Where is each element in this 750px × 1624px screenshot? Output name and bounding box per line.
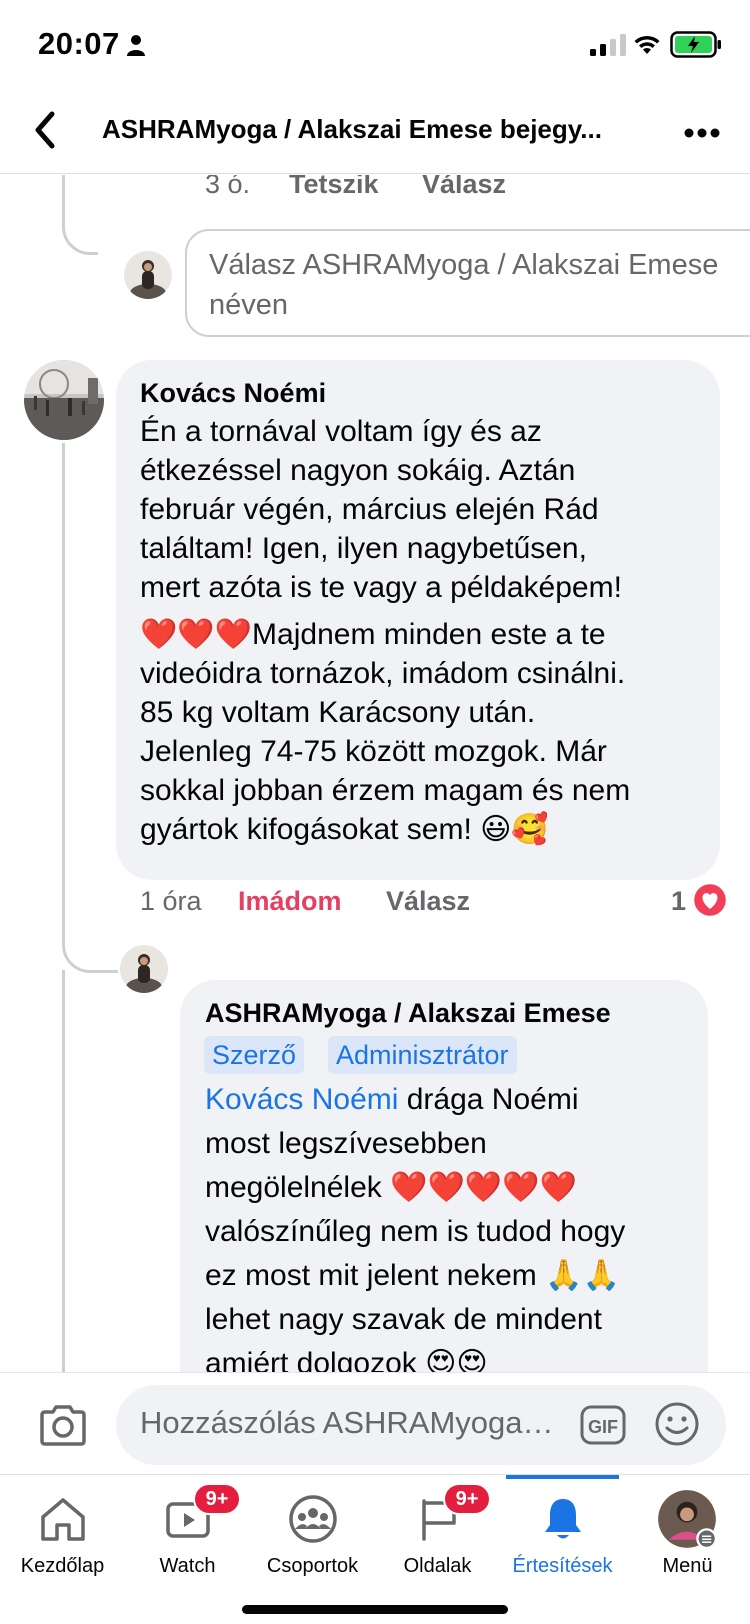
thread-connector: [62, 895, 118, 973]
tab-notifications[interactable]: Értesítések: [500, 1475, 625, 1585]
reaction-count[interactable]: 1: [671, 886, 686, 917]
comment-text: Én a tornával voltam így és az étkezésse…: [140, 412, 630, 849]
current-user-avatar: [124, 251, 172, 299]
comment-line: ❤️❤️❤️Majdnem minden este a te: [140, 618, 606, 651]
comment-time: 1 óra: [140, 886, 202, 916]
home-indicator: [242, 1605, 508, 1614]
comment-bubble[interactable]: Kovács Noémi Én a tornával voltam így és…: [116, 360, 720, 880]
reply-line: amiért dolgozok 😍😍: [205, 1347, 488, 1372]
comment-line: étkezéssel nagyon sokáig. Aztán: [140, 454, 576, 487]
mention-link[interactable]: Kovács Noémi: [205, 1083, 398, 1116]
avatar-image: [24, 360, 104, 440]
reply-text: Kovács Noémi drága Noémi most legszívese…: [205, 1078, 625, 1372]
menu-avatar-icon: [658, 1490, 717, 1549]
comment-input-placeholder: Hozzászólás ASHRAMyoga / Alakszai Emese …: [140, 1405, 560, 1440]
tab-label: Watch: [159, 1555, 216, 1577]
reply-button[interactable]: Válasz: [386, 886, 470, 917]
status-bar: 20:07: [0, 0, 750, 92]
reply-line: ez most mit jelent nekem 🙏🙏: [205, 1259, 620, 1292]
thread-connector: [62, 175, 98, 255]
comment-author[interactable]: Kovács Noémi: [140, 378, 326, 409]
bottom-tab-bar: Kezdőlap 9+ Watch Csoportok 9+ Oldalak É…: [0, 1474, 750, 1624]
commenter-avatar[interactable]: [24, 360, 104, 440]
avatar-image: [124, 251, 172, 299]
comment-line: videóidra tornázok, imádom csinálni.: [140, 657, 626, 690]
smiley-icon[interactable]: [654, 1401, 700, 1447]
tab-pages[interactable]: 9+ Oldalak: [375, 1475, 500, 1585]
avatar-image: [120, 945, 168, 993]
notification-badge: 9+: [443, 1483, 491, 1515]
thread-line: [62, 443, 65, 923]
reply-line: megölelnélek ❤️❤️❤️❤️❤️: [205, 1171, 577, 1204]
comment-line: gyártok kifogásokat sem! 😃🥰: [140, 813, 549, 846]
reply-line-rest: drága Noémi: [398, 1083, 579, 1116]
person-icon: [127, 35, 145, 56]
love-reaction-button[interactable]: Imádom: [238, 886, 342, 917]
like-button[interactable]: Tetszik: [289, 175, 379, 200]
status-time: 20:07: [38, 26, 120, 61]
admin-badge: Adminisztrátor: [328, 1036, 517, 1074]
comment-line: mert azóta is te vagy a példaképem!: [140, 571, 622, 604]
svg-text:GIF: GIF: [588, 1417, 618, 1437]
reply-line: most legszívesebben: [205, 1127, 487, 1160]
heart-reaction-icon[interactable]: [692, 882, 728, 918]
comments-feed[interactable]: 3 ó. Tetszik Válasz Válasz ASHRAMyoga / …: [0, 175, 750, 1372]
comment-line: február végén, március elején Rád: [140, 493, 599, 526]
reply-input[interactable]: Válasz ASHRAMyoga / Alakszai Emese néven: [185, 229, 750, 337]
reply-line: lehet nagy szavak de mindent: [205, 1303, 602, 1336]
comment-line: Én a tornával voltam így és az: [140, 415, 542, 448]
reply-author[interactable]: ASHRAMyoga / Alakszai Emese: [205, 998, 611, 1029]
reply-line: Kovács Noémi drága Noémi: [205, 1078, 625, 1122]
page-title: ASHRAMyoga / Alakszai Emese bejegy...: [102, 114, 602, 144]
battery-icon: [670, 31, 721, 58]
reply-bubble[interactable]: ASHRAMyoga / Alakszai Emese Szerző Admin…: [180, 980, 708, 1372]
reply-line: valószínűleg nem is tudod hogy: [205, 1215, 626, 1248]
tab-home[interactable]: Kezdőlap: [0, 1475, 125, 1585]
signal-icon: [590, 34, 626, 56]
reply-button[interactable]: Válasz: [422, 175, 506, 200]
gif-icon[interactable]: GIF: [580, 1403, 626, 1447]
wifi-icon: [634, 35, 660, 54]
home-icon: [41, 1498, 85, 1541]
tab-label: Csoportok: [266, 1555, 359, 1577]
tab-label: Oldalak: [403, 1555, 472, 1577]
top-navigation-bar: ASHRAMyoga / Alakszai Emese bejegy...: [0, 92, 750, 174]
tab-watch[interactable]: 9+ Watch: [125, 1475, 250, 1585]
comment-line: Jelenleg 74-75 között mozgok. Már: [140, 735, 607, 768]
tab-label: Menü: [662, 1555, 713, 1577]
page-avatar[interactable]: [120, 945, 168, 993]
comment-composer: Hozzászólás ASHRAMyoga / Alakszai Emese …: [0, 1372, 750, 1474]
author-badge: Szerző: [204, 1036, 305, 1074]
notification-badge: 9+: [193, 1483, 241, 1515]
comment-line: találtam! Igen, ilyen nagybetűsen,: [140, 532, 587, 565]
comment-line: 85 kg voltam Karácsony után.: [140, 696, 536, 729]
tab-groups[interactable]: Csoportok: [250, 1475, 375, 1585]
back-chevron-icon[interactable]: [30, 110, 60, 150]
tab-label: Értesítések: [512, 1555, 613, 1577]
comment-line: sokkal jobban érzem magam és nem: [140, 774, 631, 807]
tab-menu[interactable]: Menü: [625, 1475, 750, 1585]
camera-icon[interactable]: [38, 1403, 88, 1447]
comment-input[interactable]: Hozzászólás ASHRAMyoga / Alakszai Emese …: [116, 1385, 726, 1465]
thread-line: [62, 970, 65, 1372]
bell-icon: [545, 1499, 581, 1539]
more-icon[interactable]: [684, 128, 720, 138]
previous-reply-time: 3 ó.: [205, 175, 251, 199]
reply-input-placeholder: Válasz ASHRAMyoga / Alakszai Emese néven: [209, 249, 719, 321]
groups-icon: [289, 1495, 337, 1543]
tab-label: Kezdőlap: [20, 1555, 105, 1577]
